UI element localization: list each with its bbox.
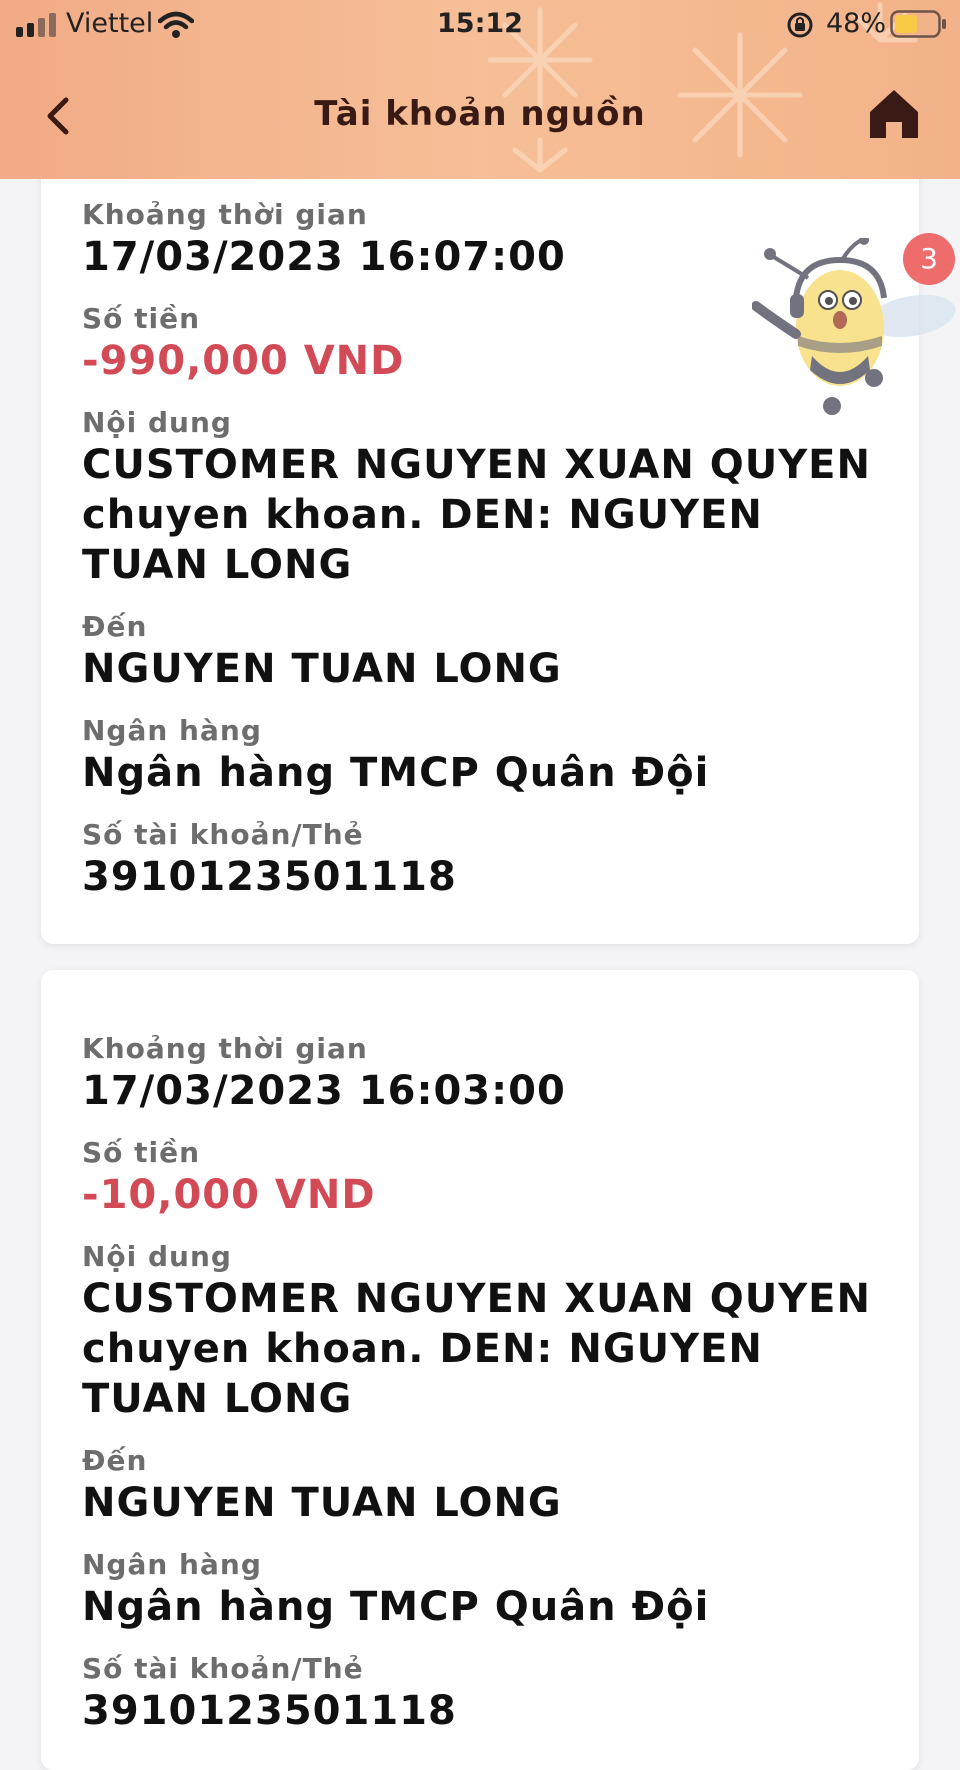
content-label: Nội dung (82, 1240, 232, 1273)
page-title: Tài khoản nguồn (314, 94, 646, 134)
content-field: Nội dung CUSTOMER NGUYEN XUAN QUYEN chuy… (82, 1240, 872, 1424)
account-value: 3910123501118 (82, 1688, 457, 1734)
recipient-value: NGUYEN TUAN LONG (82, 646, 562, 692)
time-label: Khoảng thời gian (82, 1032, 368, 1065)
bank-field: Ngân hàng Ngân hàng TMCP Quân Đội (82, 1548, 872, 1632)
account-value: 3910123501118 (82, 854, 457, 900)
account-label: Số tài khoản/Thẻ (82, 818, 364, 851)
notification-badge[interactable]: 3 (903, 233, 955, 285)
recipient-label: Đến (82, 610, 148, 643)
content-field: Nội dung CUSTOMER NGUYEN XUAN QUYEN chuy… (82, 406, 872, 590)
content-value: CUSTOMER NGUYEN XUAN QUYEN chuyen khoan.… (82, 442, 871, 588)
bank-label: Ngân hàng (82, 714, 262, 747)
clock: 15:12 (437, 8, 523, 39)
recipient-field: Đến NGUYEN TUAN LONG (82, 610, 872, 694)
amount-value: -10,000 VND (82, 1172, 376, 1218)
recipient-value: NGUYEN TUAN LONG (82, 1480, 562, 1526)
rotation-lock-icon (787, 12, 813, 38)
content-value: CUSTOMER NGUYEN XUAN QUYEN chuyen khoan.… (82, 1276, 871, 1422)
nav-bar: Tài khoản nguồn (0, 60, 960, 170)
recipient-field: Đến NGUYEN TUAN LONG (82, 1444, 872, 1528)
recipient-label: Đến (82, 1444, 148, 1477)
account-field: Số tài khoản/Thẻ 3910123501118 (82, 818, 872, 902)
transaction-card: Khoảng thời gian 17/03/2023 16:03:00 Số … (41, 970, 919, 1770)
time-label: Khoảng thời gian (82, 198, 368, 231)
time-value: 17/03/2023 16:03:00 (82, 1068, 566, 1114)
account-field: Số tài khoản/Thẻ 3910123501118 (82, 1652, 872, 1736)
bank-field: Ngân hàng Ngân hàng TMCP Quân Đội (82, 714, 872, 798)
bank-value: Ngân hàng TMCP Quân Đội (82, 1584, 710, 1630)
home-icon[interactable] (866, 86, 922, 142)
amount-field: Số tiền -10,000 VND (82, 1136, 872, 1220)
battery-icon (890, 10, 946, 38)
status-bar: Viettel 15:12 48% (0, 0, 960, 50)
time-field: Khoảng thời gian 17/03/2023 16:03:00 (82, 1032, 872, 1116)
battery-percent: 48% (825, 8, 886, 39)
bank-value: Ngân hàng TMCP Quân Đội (82, 750, 710, 796)
amount-label: Số tiền (82, 1136, 201, 1169)
bank-label: Ngân hàng (82, 1548, 262, 1581)
account-label: Số tài khoản/Thẻ (82, 1652, 364, 1685)
app-header: Viettel 15:12 48% Tài khoản nguồn (0, 0, 960, 179)
